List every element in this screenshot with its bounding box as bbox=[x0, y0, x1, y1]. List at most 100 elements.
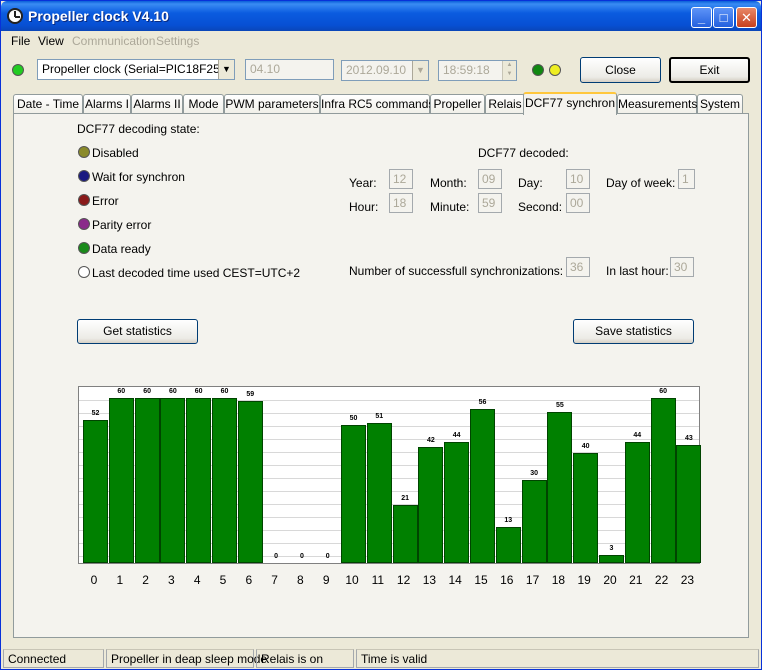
tab-mode[interactable]: Mode bbox=[183, 94, 224, 114]
chart-data-label: 56 bbox=[478, 399, 487, 406]
tab-measurements[interactable]: Measurements bbox=[617, 94, 697, 114]
menu-bar: File View Communication Settings bbox=[1, 31, 761, 51]
dcf77-panel: DCF77 decoding state: Disabled Wait for … bbox=[13, 113, 749, 638]
connection-led-icon bbox=[12, 64, 24, 76]
tab-system[interactable]: System bbox=[697, 94, 743, 114]
tab-pwm-parameters[interactable]: PWM parameters bbox=[224, 94, 320, 114]
day-of-week-label: Day of week: bbox=[606, 176, 676, 190]
chart-data-label: 44 bbox=[633, 432, 642, 439]
tab-relais[interactable]: Relais bbox=[485, 94, 525, 114]
tab-propeller[interactable]: Propeller bbox=[430, 94, 485, 114]
menu-file[interactable]: File bbox=[11, 34, 30, 48]
chart-x-tick-label: 17 bbox=[525, 573, 540, 587]
time-spinner: ▲ ▼ bbox=[502, 61, 516, 80]
close-window-button[interactable]: ✕ bbox=[736, 7, 757, 28]
chart-data-label: 21 bbox=[401, 495, 409, 502]
maximize-button[interactable]: □ bbox=[713, 7, 734, 28]
tab-alarms-2[interactable]: Alarms II bbox=[131, 94, 183, 114]
parity-error-state-icon bbox=[78, 218, 90, 230]
cest-state-icon bbox=[78, 266, 90, 278]
status-led-yellow-icon bbox=[549, 64, 561, 76]
chart-x-tick-label: 23 bbox=[680, 573, 695, 587]
minute-label: Minute: bbox=[430, 200, 470, 214]
title-bar[interactable]: Propeller clock V4.10 _ □ ✕ bbox=[1, 1, 761, 31]
chart-data-label: 51 bbox=[375, 413, 384, 420]
chart-x-tick-label: 5 bbox=[219, 573, 227, 587]
date-value: 2012.09.10 bbox=[346, 63, 407, 77]
chart-data-label: 0 bbox=[274, 553, 279, 560]
chevron-down-icon[interactable]: ▼ bbox=[218, 60, 234, 79]
tab-date-time[interactable]: Date - Time bbox=[13, 94, 83, 114]
sync-count-label: Number of successfull synchronizations: bbox=[349, 264, 564, 278]
state-parity-error-label: Parity error bbox=[92, 218, 152, 232]
chart-x-tick-label: 18 bbox=[551, 573, 566, 587]
window-title: Propeller clock V4.10 bbox=[28, 8, 169, 24]
chart-data-label: 40 bbox=[581, 443, 590, 450]
month-field: 09 bbox=[478, 169, 502, 189]
chart-bar bbox=[650, 398, 676, 563]
chart-x-tick-label: 21 bbox=[629, 573, 643, 587]
chart-x-tick-label: 14 bbox=[448, 573, 462, 587]
decoding-state-title: DCF77 decoding state: bbox=[77, 122, 200, 136]
menu-communication[interactable]: Communication bbox=[72, 34, 155, 48]
chart-x-tick-label: 12 bbox=[396, 573, 411, 587]
chart-bar bbox=[366, 423, 392, 563]
close-button[interactable]: Close bbox=[580, 57, 661, 83]
chart-x-tick-label: 13 bbox=[422, 573, 437, 587]
hour-label: Hour: bbox=[349, 200, 379, 214]
disabled-state-icon bbox=[78, 146, 90, 158]
day-label: Day: bbox=[518, 176, 543, 190]
chart-data-label: 0 bbox=[299, 553, 304, 560]
status-led-green-icon bbox=[532, 64, 544, 76]
menu-view[interactable]: View bbox=[38, 34, 64, 48]
chart-bar bbox=[573, 453, 599, 563]
main-window: Propeller clock V4.10 _ □ ✕ File View Co… bbox=[0, 0, 762, 670]
chart-bar bbox=[624, 442, 650, 563]
chart-x-tick-label: 3 bbox=[168, 573, 175, 587]
state-disabled-label: Disabled bbox=[92, 146, 139, 160]
exit-button[interactable]: Exit bbox=[669, 57, 750, 83]
state-data-ready-label: Data ready bbox=[92, 242, 151, 256]
chart-x-tick-label: 19 bbox=[577, 573, 591, 587]
chart-data-label: 60 bbox=[220, 388, 229, 395]
chart-bar bbox=[676, 445, 702, 563]
second-label: Second: bbox=[518, 200, 563, 214]
chart-x-tick-label: 20 bbox=[603, 573, 617, 587]
chart-data-label: 30 bbox=[530, 470, 538, 477]
status-bar: Connected Propeller in deap sleep mode R… bbox=[1, 647, 761, 669]
chart-x-tick-label: 11 bbox=[371, 573, 385, 587]
day-field: 10 bbox=[566, 169, 590, 189]
chevron-down-icon: ▼ bbox=[412, 61, 428, 80]
chart-x-tick-label: 7 bbox=[271, 573, 278, 587]
second-field: 00 bbox=[566, 193, 590, 213]
chart-x-tick-label: 10 bbox=[345, 573, 359, 587]
tab-infra-rc5[interactable]: Infra RC5 commands bbox=[320, 94, 434, 114]
chart-data-label: 3 bbox=[609, 545, 614, 552]
day-of-week-field: 1 bbox=[678, 169, 695, 189]
tab-alarms-1[interactable]: Alarms I bbox=[83, 94, 131, 114]
date-select: 2012.09.10 ▼ bbox=[341, 60, 429, 81]
minimize-button[interactable]: _ bbox=[691, 7, 712, 28]
chart-data-label: 60 bbox=[659, 388, 667, 395]
status-connection: Connected bbox=[3, 649, 104, 668]
chart-data-label: 43 bbox=[684, 435, 693, 442]
state-cest-label: Last decoded time used CEST=UTC+2 bbox=[92, 266, 301, 280]
chart-data-label: 60 bbox=[143, 388, 151, 395]
device-select-value: Propeller clock (Serial=PIC18F2550) bbox=[42, 62, 235, 76]
device-select[interactable]: Propeller clock (Serial=PIC18F2550) ▼ bbox=[37, 59, 235, 80]
chart-bar bbox=[83, 420, 108, 563]
chart-bar bbox=[470, 409, 495, 563]
chart-bar bbox=[521, 480, 547, 563]
chart-bar bbox=[108, 398, 134, 563]
chart-bar bbox=[599, 555, 624, 563]
chart-bar bbox=[495, 527, 521, 563]
chart-bar bbox=[341, 425, 366, 563]
save-statistics-button[interactable]: Save statistics bbox=[573, 319, 694, 344]
last-hour-field: 30 bbox=[670, 257, 694, 277]
tab-dcf77-synchron[interactable]: DCF77 synchron bbox=[523, 92, 617, 115]
chart-x-tick-label: 22 bbox=[654, 573, 669, 587]
get-statistics-button[interactable]: Get statistics bbox=[77, 319, 198, 344]
chart-data-label: 59 bbox=[246, 391, 255, 398]
error-state-icon bbox=[78, 194, 90, 206]
menu-settings[interactable]: Settings bbox=[156, 34, 199, 48]
